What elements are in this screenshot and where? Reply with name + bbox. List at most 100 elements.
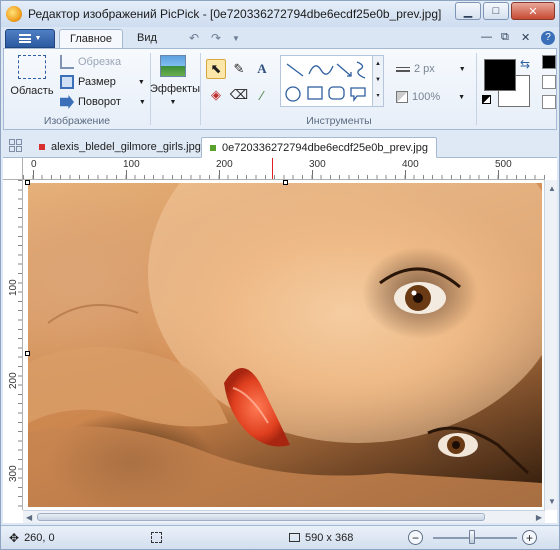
app-window: Редактор изображений PicPick - [0e720336… (0, 0, 560, 550)
select-tool-icon[interactable]: ⬉ (206, 59, 226, 79)
line-width-dropdown[interactable]: 2 px ▼ (396, 63, 466, 75)
document-tab-2[interactable]: 0e720336272794dbe6ecdf25e0b_prev.jpg (201, 137, 437, 158)
image-group-label: Изображение (43, 115, 111, 127)
undo-icon[interactable]: ↶ (189, 31, 199, 45)
saved-dot-icon (210, 145, 216, 151)
eraser-tool-icon[interactable]: ⌫ (229, 85, 249, 105)
image-size-value: 590 x 368 (305, 531, 354, 544)
scroll-down-icon[interactable]: ▼ (548, 497, 556, 506)
file-menu-button[interactable]: ▼ (5, 29, 55, 48)
close-doc-icon[interactable]: ✕ (521, 31, 530, 44)
dropdown-arrow-icon: ▼ (458, 65, 466, 73)
dropdown-arrow-icon: ▼ (138, 98, 146, 106)
ruler-label: 200 (8, 372, 19, 389)
dropdown-arrow-icon: ▼ (137, 78, 145, 86)
scroll-up-icon[interactable]: ▲ (548, 184, 556, 193)
rotate-icon (60, 95, 74, 109)
resize-handle[interactable] (25, 351, 30, 356)
ribbon-tab-row: ▼ Главное Вид ↶ ↷ ▼ — ⧉ ✕ ? (1, 27, 559, 49)
scroll-right-icon[interactable]: ▶ (536, 513, 542, 522)
crop-icon (60, 55, 74, 69)
vertical-ruler: 100 200 300 (3, 180, 23, 510)
quick-access-dropdown-icon[interactable]: ▼ (232, 34, 240, 43)
crop-label: Обрезка (78, 56, 122, 68)
resize-handle[interactable] (25, 180, 30, 185)
palette-color-black[interactable] (542, 55, 556, 69)
ruler-label: 200 (216, 159, 233, 170)
ruler-label: 100 (8, 279, 19, 296)
image-size-icon (289, 533, 300, 542)
ruler-label: 300 (8, 465, 19, 482)
text-tool-icon[interactable]: A (252, 59, 272, 79)
primary-color-front[interactable] (484, 59, 516, 91)
cursor-position-value: 260, 0 (24, 531, 55, 544)
shapes-gallery: ▲ ▼ ▾ (280, 55, 384, 107)
resize-button[interactable]: Размер ▼ (60, 75, 145, 89)
help-icon[interactable]: ? (541, 31, 555, 45)
palette-color-white[interactable] (542, 75, 556, 89)
select-area-icon (18, 55, 46, 79)
pencil-tool-icon[interactable]: ✎ (229, 59, 249, 79)
horizontal-scrollbar[interactable]: ◀ ▶ (23, 510, 545, 523)
zoom-slider-thumb[interactable] (469, 530, 475, 544)
maximize-button[interactable]: □ (483, 2, 509, 20)
zoom-out-button[interactable]: − (408, 530, 423, 545)
picpick-app-icon (6, 6, 22, 22)
resize-label: Размер (78, 76, 116, 88)
effects-button[interactable]: Эффекты ▼ (150, 53, 201, 106)
portrait-photo (28, 183, 542, 507)
restore-doc-icon[interactable]: ⧉ (501, 31, 509, 44)
ruler-label: 400 (402, 159, 419, 170)
swap-colors-icon[interactable]: ⇆ (520, 57, 530, 71)
rotate-button[interactable]: Поворот ▼ (60, 95, 146, 109)
tab-view[interactable]: Вид (127, 29, 167, 49)
cursor-position: ✥ 260, 0 (9, 531, 55, 545)
document-tab-1[interactable]: alexis_bledel_gilmore_girls.jpg (31, 137, 209, 158)
ruler-label: 0 (31, 159, 37, 170)
palette-color-white[interactable] (542, 95, 556, 109)
reset-colors-icon[interactable] (482, 95, 491, 104)
close-button[interactable]: ✕ (511, 2, 555, 20)
effects-label: Эффекты (150, 83, 201, 95)
ruler-label: 500 (495, 159, 512, 170)
menu-icon (18, 34, 31, 43)
shapes-scroll[interactable]: ▲ ▼ ▾ (372, 56, 383, 106)
opacity-value: 100% (412, 91, 441, 103)
canvas-area: 0 100 200 300 400 500 100 200 300 ▲ ▼ ◀ … (3, 158, 557, 523)
scroll-left-icon[interactable]: ◀ (26, 513, 32, 522)
ruler-corner (3, 158, 23, 180)
resize-handle[interactable] (283, 180, 288, 185)
group-separator (200, 53, 201, 125)
zoom-slider-track[interactable] (433, 537, 517, 539)
document-tab-label: 0e720336272794dbe6ecdf25e0b_prev.jpg (222, 142, 428, 154)
line-width-value: 2 px (414, 63, 435, 75)
opacity-icon (396, 91, 408, 103)
dropdown-arrow-icon: ▼ (34, 35, 42, 42)
ruler-label: 100 (123, 159, 140, 170)
eyedropper-tool-icon[interactable]: ⁄ (252, 85, 272, 105)
cursor-marker (272, 158, 273, 179)
window-title: Редактор изображений PicPick - [0e720336… (28, 7, 442, 21)
ribbon-minimize-icon[interactable]: — (481, 31, 492, 43)
title-bar: Редактор изображений PicPick - [0e720336… (1, 1, 559, 27)
vertical-scrollbar[interactable]: ▲ ▼ (544, 180, 557, 510)
horizontal-ruler: 0 100 200 300 400 500 (23, 158, 545, 180)
opacity-dropdown[interactable]: 100% ▼ (396, 91, 465, 103)
edited-image[interactable] (28, 183, 542, 507)
select-area-label: Область (10, 85, 54, 97)
redo-icon[interactable]: ↷ (211, 31, 221, 45)
rotate-label: Поворот (78, 96, 121, 108)
dropdown-arrow-icon: ▼ (458, 93, 466, 101)
modified-dot-icon (39, 144, 45, 150)
tab-overview-icon[interactable] (9, 139, 22, 152)
cursor-move-icon: ✥ (9, 530, 20, 545)
fill-tool-icon[interactable]: ◈ (206, 85, 226, 105)
group-separator (476, 53, 477, 125)
select-area-button[interactable]: Область (8, 53, 56, 97)
tab-home[interactable]: Главное (59, 29, 124, 49)
horizontal-scroll-thumb[interactable] (37, 513, 485, 521)
minimize-button[interactable]: ▁ (455, 2, 481, 20)
zoom-in-button[interactable]: + (522, 530, 537, 545)
shapes-icons (285, 61, 366, 102)
crop-button[interactable]: Обрезка (60, 55, 121, 69)
